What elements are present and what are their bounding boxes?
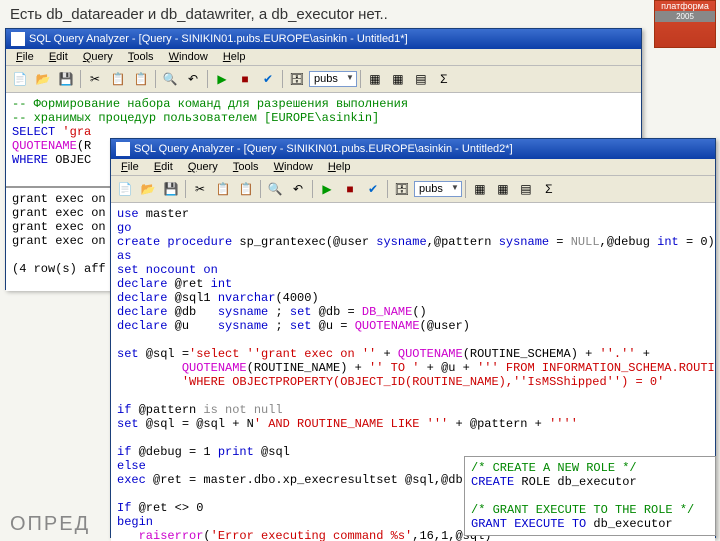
new-icon[interactable]: 📄 [9, 68, 31, 90]
platforma-year: 2005 [655, 11, 715, 22]
paste-icon[interactable]: 📋 [235, 178, 257, 200]
find-icon[interactable]: 🔍 [159, 68, 181, 90]
open-icon[interactable]: 📂 [32, 68, 54, 90]
menu-query[interactable]: Query [77, 49, 119, 65]
cut-icon[interactable]: ✂ [189, 178, 211, 200]
opt2-icon[interactable]: ▤ [410, 68, 432, 90]
menu-file[interactable]: FFileile [10, 49, 40, 65]
platforma-label: платформа [655, 1, 715, 11]
check-icon[interactable]: ✔ [257, 68, 279, 90]
menu-window[interactable]: Window [268, 159, 319, 175]
menu-window[interactable]: Window [163, 49, 214, 65]
opt1-icon[interactable]: ▦ [387, 68, 409, 90]
code-snippet: /* CREATE A NEW ROLE */ CREATE ROLE db_e… [464, 456, 716, 536]
separator [207, 70, 208, 88]
titlebar-2[interactable]: SQL Query Analyzer - [Query - SINIKIN01.… [111, 139, 715, 159]
menu-file[interactable]: File [115, 159, 145, 175]
opt1-icon[interactable]: ▦ [492, 178, 514, 200]
platforma-badge: платформа 2005 [654, 0, 716, 48]
separator [312, 180, 313, 198]
database-select[interactable]: pubs [414, 181, 462, 197]
separator [155, 70, 156, 88]
menu-edit[interactable]: Edit [148, 159, 179, 175]
stop-icon[interactable]: ■ [339, 178, 361, 200]
opt2-icon[interactable]: ▤ [515, 178, 537, 200]
sum-icon[interactable]: Σ [433, 68, 455, 90]
grid-icon[interactable]: ▦ [469, 178, 491, 200]
menubar-1: FFileile Edit Query Tools Window Help [6, 49, 641, 66]
cut-icon[interactable]: ✂ [84, 68, 106, 90]
menu-tools[interactable]: Tools [227, 159, 265, 175]
grid-icon[interactable]: ▦ [364, 68, 386, 90]
sum-icon[interactable]: Σ [538, 178, 560, 200]
page-heading: Есть db_datareader и db_datawriter, а db… [0, 0, 720, 23]
menu-tools[interactable]: Tools [122, 49, 160, 65]
window-title-2: SQL Query Analyzer - [Query - SINIKIN01.… [134, 143, 513, 155]
open-icon[interactable]: 📂 [137, 178, 159, 200]
separator [260, 180, 261, 198]
run-icon[interactable]: ▶ [211, 68, 233, 90]
app-icon [11, 32, 25, 46]
separator [185, 180, 186, 198]
menu-query[interactable]: Query [182, 159, 224, 175]
database-select[interactable]: pubs [309, 71, 357, 87]
toolbar-2: 📄 📂 💾 ✂ 📋 📋 🔍 ↶ ▶ ■ ✔ 🗄 pubs ▦ ▦ ▤ Σ [111, 176, 715, 203]
copy-icon[interactable]: 📋 [107, 68, 129, 90]
menu-edit[interactable]: Edit [43, 49, 74, 65]
run-icon[interactable]: ▶ [316, 178, 338, 200]
undo-icon[interactable]: ↶ [182, 68, 204, 90]
separator [387, 180, 388, 198]
separator [80, 70, 81, 88]
titlebar-1[interactable]: SQL Query Analyzer - [Query - SINIKIN01.… [6, 29, 641, 49]
menu-help[interactable]: Help [217, 49, 252, 65]
find-icon[interactable]: 🔍 [264, 178, 286, 200]
check-icon[interactable]: ✔ [362, 178, 384, 200]
app-icon [116, 142, 130, 156]
separator [465, 180, 466, 198]
undo-icon[interactable]: ↶ [287, 178, 309, 200]
save-icon[interactable]: 💾 [160, 178, 182, 200]
new-icon[interactable]: 📄 [114, 178, 136, 200]
db-icon[interactable]: 🗄 [391, 178, 413, 200]
separator [360, 70, 361, 88]
stop-icon[interactable]: ■ [234, 68, 256, 90]
footer-text: ОПРЕД [10, 513, 90, 536]
paste-icon[interactable]: 📋 [130, 68, 152, 90]
copy-icon[interactable]: 📋 [212, 178, 234, 200]
separator [282, 70, 283, 88]
toolbar-1: 📄 📂 💾 ✂ 📋 📋 🔍 ↶ ▶ ■ ✔ 🗄 pubs ▦ ▦ ▤ Σ [6, 66, 641, 93]
db-icon[interactable]: 🗄 [286, 68, 308, 90]
menubar-2: File Edit Query Tools Window Help [111, 159, 715, 176]
menu-help[interactable]: Help [322, 159, 357, 175]
save-icon[interactable]: 💾 [55, 68, 77, 90]
window-title-1: SQL Query Analyzer - [Query - SINIKIN01.… [29, 33, 408, 45]
